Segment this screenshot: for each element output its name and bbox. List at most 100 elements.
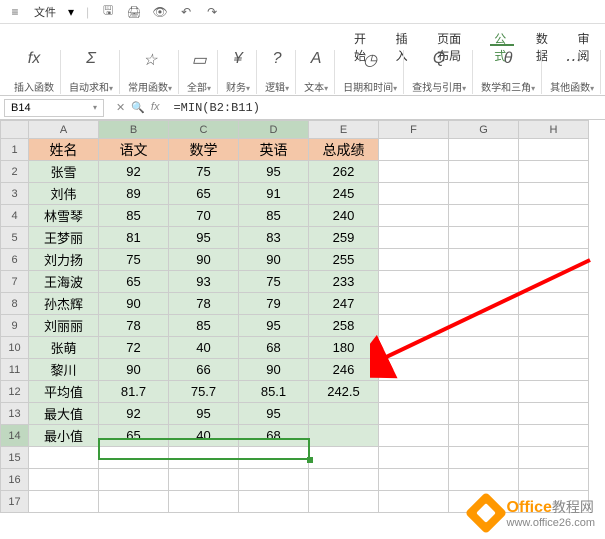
col-hdr[interactable]: D [239, 121, 309, 139]
tab-formula[interactable]: 公式 [490, 28, 514, 46]
ribbon-insert-fn[interactable]: fx插入函数 [8, 50, 61, 94]
ribbon-text[interactable]: A文本▾ [298, 50, 335, 94]
cell[interactable]: 最小值 [29, 425, 99, 447]
row-hdr[interactable]: 13 [1, 403, 29, 425]
cell[interactable] [239, 447, 309, 469]
tab-start[interactable]: 开始 [350, 28, 374, 46]
undo-icon[interactable]: ↶ [179, 5, 193, 19]
name-box[interactable]: B14▾ [4, 99, 104, 117]
cell[interactable]: 数学 [169, 139, 239, 161]
cell[interactable] [449, 315, 519, 337]
cell[interactable]: 79 [239, 293, 309, 315]
cell[interactable]: 81.7 [99, 381, 169, 403]
cell[interactable]: 语文 [99, 139, 169, 161]
cell[interactable] [519, 359, 589, 381]
cell[interactable]: 张雪 [29, 161, 99, 183]
row-hdr[interactable]: 2 [1, 161, 29, 183]
row-hdr[interactable]: 4 [1, 205, 29, 227]
cell[interactable]: 90 [239, 359, 309, 381]
cell[interactable] [519, 293, 589, 315]
tab-layout[interactable]: 页面布局 [433, 28, 472, 46]
cell[interactable]: 68 [239, 425, 309, 447]
cell[interactable] [309, 403, 379, 425]
cell[interactable] [519, 227, 589, 249]
cell[interactable] [379, 315, 449, 337]
row-hdr[interactable]: 15 [1, 447, 29, 469]
cell[interactable] [379, 249, 449, 271]
tab-insert[interactable]: 插入 [392, 28, 416, 46]
cell[interactable]: 233 [309, 271, 379, 293]
row-hdr[interactable]: 10 [1, 337, 29, 359]
cell[interactable] [449, 293, 519, 315]
select-all-corner[interactable] [1, 121, 29, 139]
cell[interactable] [449, 271, 519, 293]
row-hdr[interactable]: 12 [1, 381, 29, 403]
cell[interactable]: 93 [169, 271, 239, 293]
cell[interactable]: 242.5 [309, 381, 379, 403]
row-hdr[interactable]: 8 [1, 293, 29, 315]
ribbon-lookup[interactable]: Q查找与引用▾ [406, 50, 473, 94]
row-hdr[interactable]: 9 [1, 315, 29, 337]
cell[interactable] [379, 161, 449, 183]
cell[interactable] [519, 315, 589, 337]
cell[interactable] [29, 491, 99, 513]
cell[interactable] [519, 469, 589, 491]
row-hdr[interactable]: 6 [1, 249, 29, 271]
tab-review[interactable]: 审阅 [573, 28, 597, 46]
ribbon-autosum[interactable]: Σ自动求和▾ [63, 50, 120, 94]
row-hdr[interactable]: 16 [1, 469, 29, 491]
row-hdr[interactable]: 1 [1, 139, 29, 161]
cell[interactable]: 255 [309, 249, 379, 271]
cell[interactable]: 85 [169, 315, 239, 337]
row-hdr[interactable]: 14 [1, 425, 29, 447]
cell[interactable]: 40 [169, 425, 239, 447]
row-hdr[interactable]: 5 [1, 227, 29, 249]
ribbon-finance[interactable]: ¥财务▾ [220, 50, 257, 94]
cell[interactable] [309, 491, 379, 513]
save-icon[interactable]: 🖫 [101, 5, 115, 19]
ribbon-other[interactable]: ⋯其他函数▾ [544, 50, 601, 94]
cell[interactable] [239, 469, 309, 491]
cell[interactable]: 66 [169, 359, 239, 381]
cell[interactable] [379, 425, 449, 447]
cell[interactable]: 91 [239, 183, 309, 205]
cell[interactable] [309, 469, 379, 491]
cell[interactable]: 65 [99, 425, 169, 447]
cell[interactable]: 刘力扬 [29, 249, 99, 271]
cell[interactable]: 247 [309, 293, 379, 315]
cell[interactable] [449, 447, 519, 469]
redo-icon[interactable]: ↷ [205, 5, 219, 19]
cell[interactable] [379, 469, 449, 491]
cell[interactable]: 最大值 [29, 403, 99, 425]
cell[interactable] [379, 359, 449, 381]
cell[interactable] [379, 271, 449, 293]
cell[interactable]: 83 [239, 227, 309, 249]
cell[interactable] [239, 491, 309, 513]
spreadsheet[interactable]: A B C D E F G H 1 姓名 语文 数学 英语 总成绩 2张雪927… [0, 120, 589, 513]
ribbon-common[interactable]: ☆常用函数▾ [122, 50, 179, 94]
cell[interactable] [309, 447, 379, 469]
cell[interactable] [449, 469, 519, 491]
cell[interactable] [519, 425, 589, 447]
cell[interactable]: 85.1 [239, 381, 309, 403]
cell[interactable] [519, 337, 589, 359]
cell[interactable]: 英语 [239, 139, 309, 161]
cell[interactable] [169, 491, 239, 513]
cell[interactable] [99, 491, 169, 513]
row-hdr[interactable]: 3 [1, 183, 29, 205]
cell[interactable]: 258 [309, 315, 379, 337]
cell[interactable] [519, 271, 589, 293]
cell[interactable] [379, 183, 449, 205]
cell[interactable]: 姓名 [29, 139, 99, 161]
cell[interactable]: 65 [169, 183, 239, 205]
cell[interactable]: 95 [239, 161, 309, 183]
cell[interactable] [519, 161, 589, 183]
cell[interactable] [519, 403, 589, 425]
cell[interactable] [449, 183, 519, 205]
cell[interactable]: 平均值 [29, 381, 99, 403]
cell[interactable] [99, 447, 169, 469]
cell[interactable]: 246 [309, 359, 379, 381]
cell[interactable] [169, 469, 239, 491]
cell[interactable]: 65 [99, 271, 169, 293]
cell[interactable] [449, 205, 519, 227]
